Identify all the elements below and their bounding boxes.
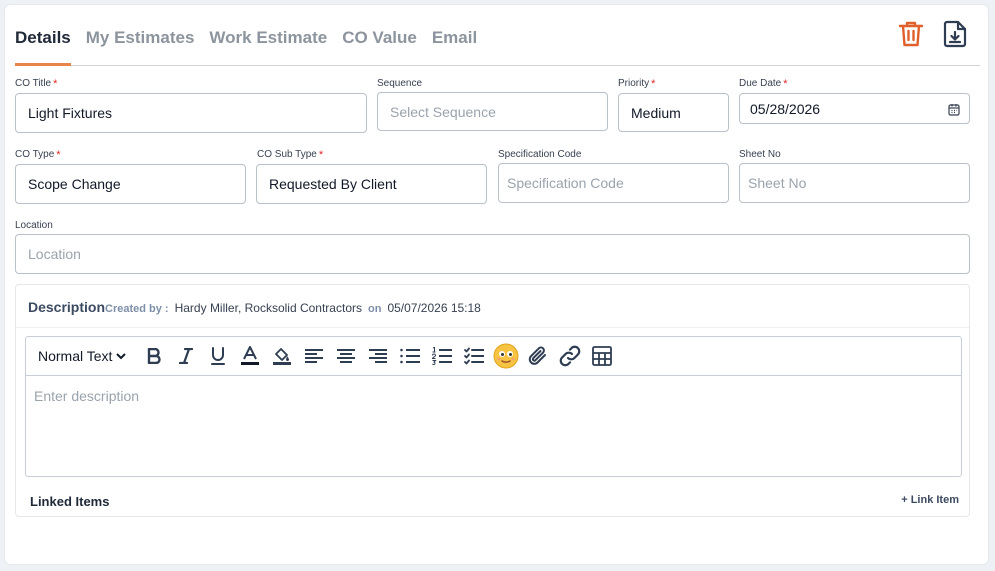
created-on-label: on: [367, 303, 382, 315]
editor-toolbar: Normal Text: [26, 337, 961, 376]
sheet-no-input[interactable]: Sheet No: [739, 163, 970, 203]
italic-button[interactable]: [170, 342, 202, 370]
due-date-input[interactable]: 05/28/2026: [739, 93, 970, 124]
created-by-label: Created by :: [105, 303, 169, 315]
co-type-label: CO Type *: [15, 149, 61, 161]
tab-bar: Details My Estimates Work Estimate CO Va…: [15, 25, 980, 66]
sequence-label: Sequence: [377, 78, 423, 89]
text-color-icon: [241, 346, 260, 365]
spec-code-label: Specification Code: [498, 149, 582, 160]
text-color-button[interactable]: [234, 342, 266, 370]
text-style-select[interactable]: Normal Text: [38, 348, 127, 364]
insert-table-button[interactable]: [586, 342, 618, 370]
linked-items-title: Linked Items: [30, 494, 110, 509]
created-at-value: 05/07/2026 15:18: [387, 301, 481, 315]
tab-details[interactable]: Details: [15, 25, 71, 66]
tab-work-estimate[interactable]: Work Estimate: [209, 25, 327, 66]
align-left-icon: [305, 349, 324, 363]
tab-co-value[interactable]: CO Value: [342, 25, 417, 66]
due-date-value: 05/28/2026: [750, 100, 821, 117]
co-sub-type-select[interactable]: Requested By Client: [256, 164, 487, 204]
calendar-icon[interactable]: [948, 103, 960, 116]
co-details-panel: Details My Estimates Work Estimate CO Va…: [4, 4, 989, 565]
sheet-no-label: Sheet No: [739, 149, 781, 160]
italic-icon: [179, 348, 194, 364]
co-sub-type-label: CO Sub Type *: [257, 149, 324, 161]
download-button[interactable]: [940, 19, 970, 49]
due-date-label: Due Date *: [739, 78, 788, 90]
paperclip-icon: [529, 346, 547, 365]
checklist-button[interactable]: [458, 342, 490, 370]
co-type-select[interactable]: Scope Change: [15, 164, 246, 204]
align-center-button[interactable]: [330, 342, 362, 370]
priority-select[interactable]: Medium: [618, 93, 729, 132]
emoji-icon: [493, 343, 519, 369]
rich-text-editor: Normal Text Enter description: [25, 336, 962, 477]
link-icon: [560, 345, 581, 367]
paint-bucket-icon: [273, 348, 292, 365]
sequence-select[interactable]: Select Sequence: [377, 92, 608, 131]
delete-button[interactable]: [896, 19, 926, 49]
bullet-list-button[interactable]: [394, 342, 426, 370]
underline-button[interactable]: [202, 342, 234, 370]
chevron-down-icon: [116, 353, 127, 360]
underline-icon: [211, 347, 226, 365]
text-style-value: Normal Text: [38, 348, 113, 364]
created-by-value: Hardy Miller, Rocksolid Contractors: [174, 301, 362, 315]
numbered-list-button[interactable]: [426, 342, 458, 370]
description-header: Description Created by : Hardy Miller, R…: [28, 299, 481, 315]
tab-my-estimates[interactable]: My Estimates: [86, 25, 195, 66]
align-left-button[interactable]: [298, 342, 330, 370]
header-actions: [896, 19, 970, 49]
bold-button[interactable]: [138, 342, 170, 370]
link-item-button[interactable]: + Link Item: [901, 494, 959, 506]
file-download-icon: [943, 20, 967, 48]
checklist-icon: [464, 347, 485, 365]
align-right-icon: [369, 349, 388, 363]
trash-icon: [898, 21, 924, 47]
description-card: Description Created by : Hardy Miller, R…: [15, 284, 970, 517]
location-input[interactable]: Location: [15, 234, 970, 274]
bold-icon: [148, 348, 162, 364]
numbered-list-icon: [432, 347, 453, 365]
location-label: Location: [15, 220, 53, 231]
attachment-button[interactable]: [522, 342, 554, 370]
align-center-icon: [337, 349, 356, 363]
highlight-button[interactable]: [266, 342, 298, 370]
align-right-button[interactable]: [362, 342, 394, 370]
co-title-input[interactable]: Light Fixtures: [15, 93, 367, 133]
description-title: Description: [28, 299, 106, 315]
insert-link-button[interactable]: [554, 342, 586, 370]
priority-label: Priority *: [618, 78, 656, 90]
emoji-button[interactable]: [490, 342, 522, 370]
spec-code-input[interactable]: Specification Code: [498, 163, 729, 203]
description-textarea[interactable]: Enter description: [26, 376, 961, 416]
table-icon: [592, 346, 613, 366]
co-title-label: CO Title *: [15, 78, 58, 90]
tab-email[interactable]: Email: [432, 25, 477, 66]
divider: [16, 327, 969, 328]
bullet-list-icon: [400, 348, 421, 364]
